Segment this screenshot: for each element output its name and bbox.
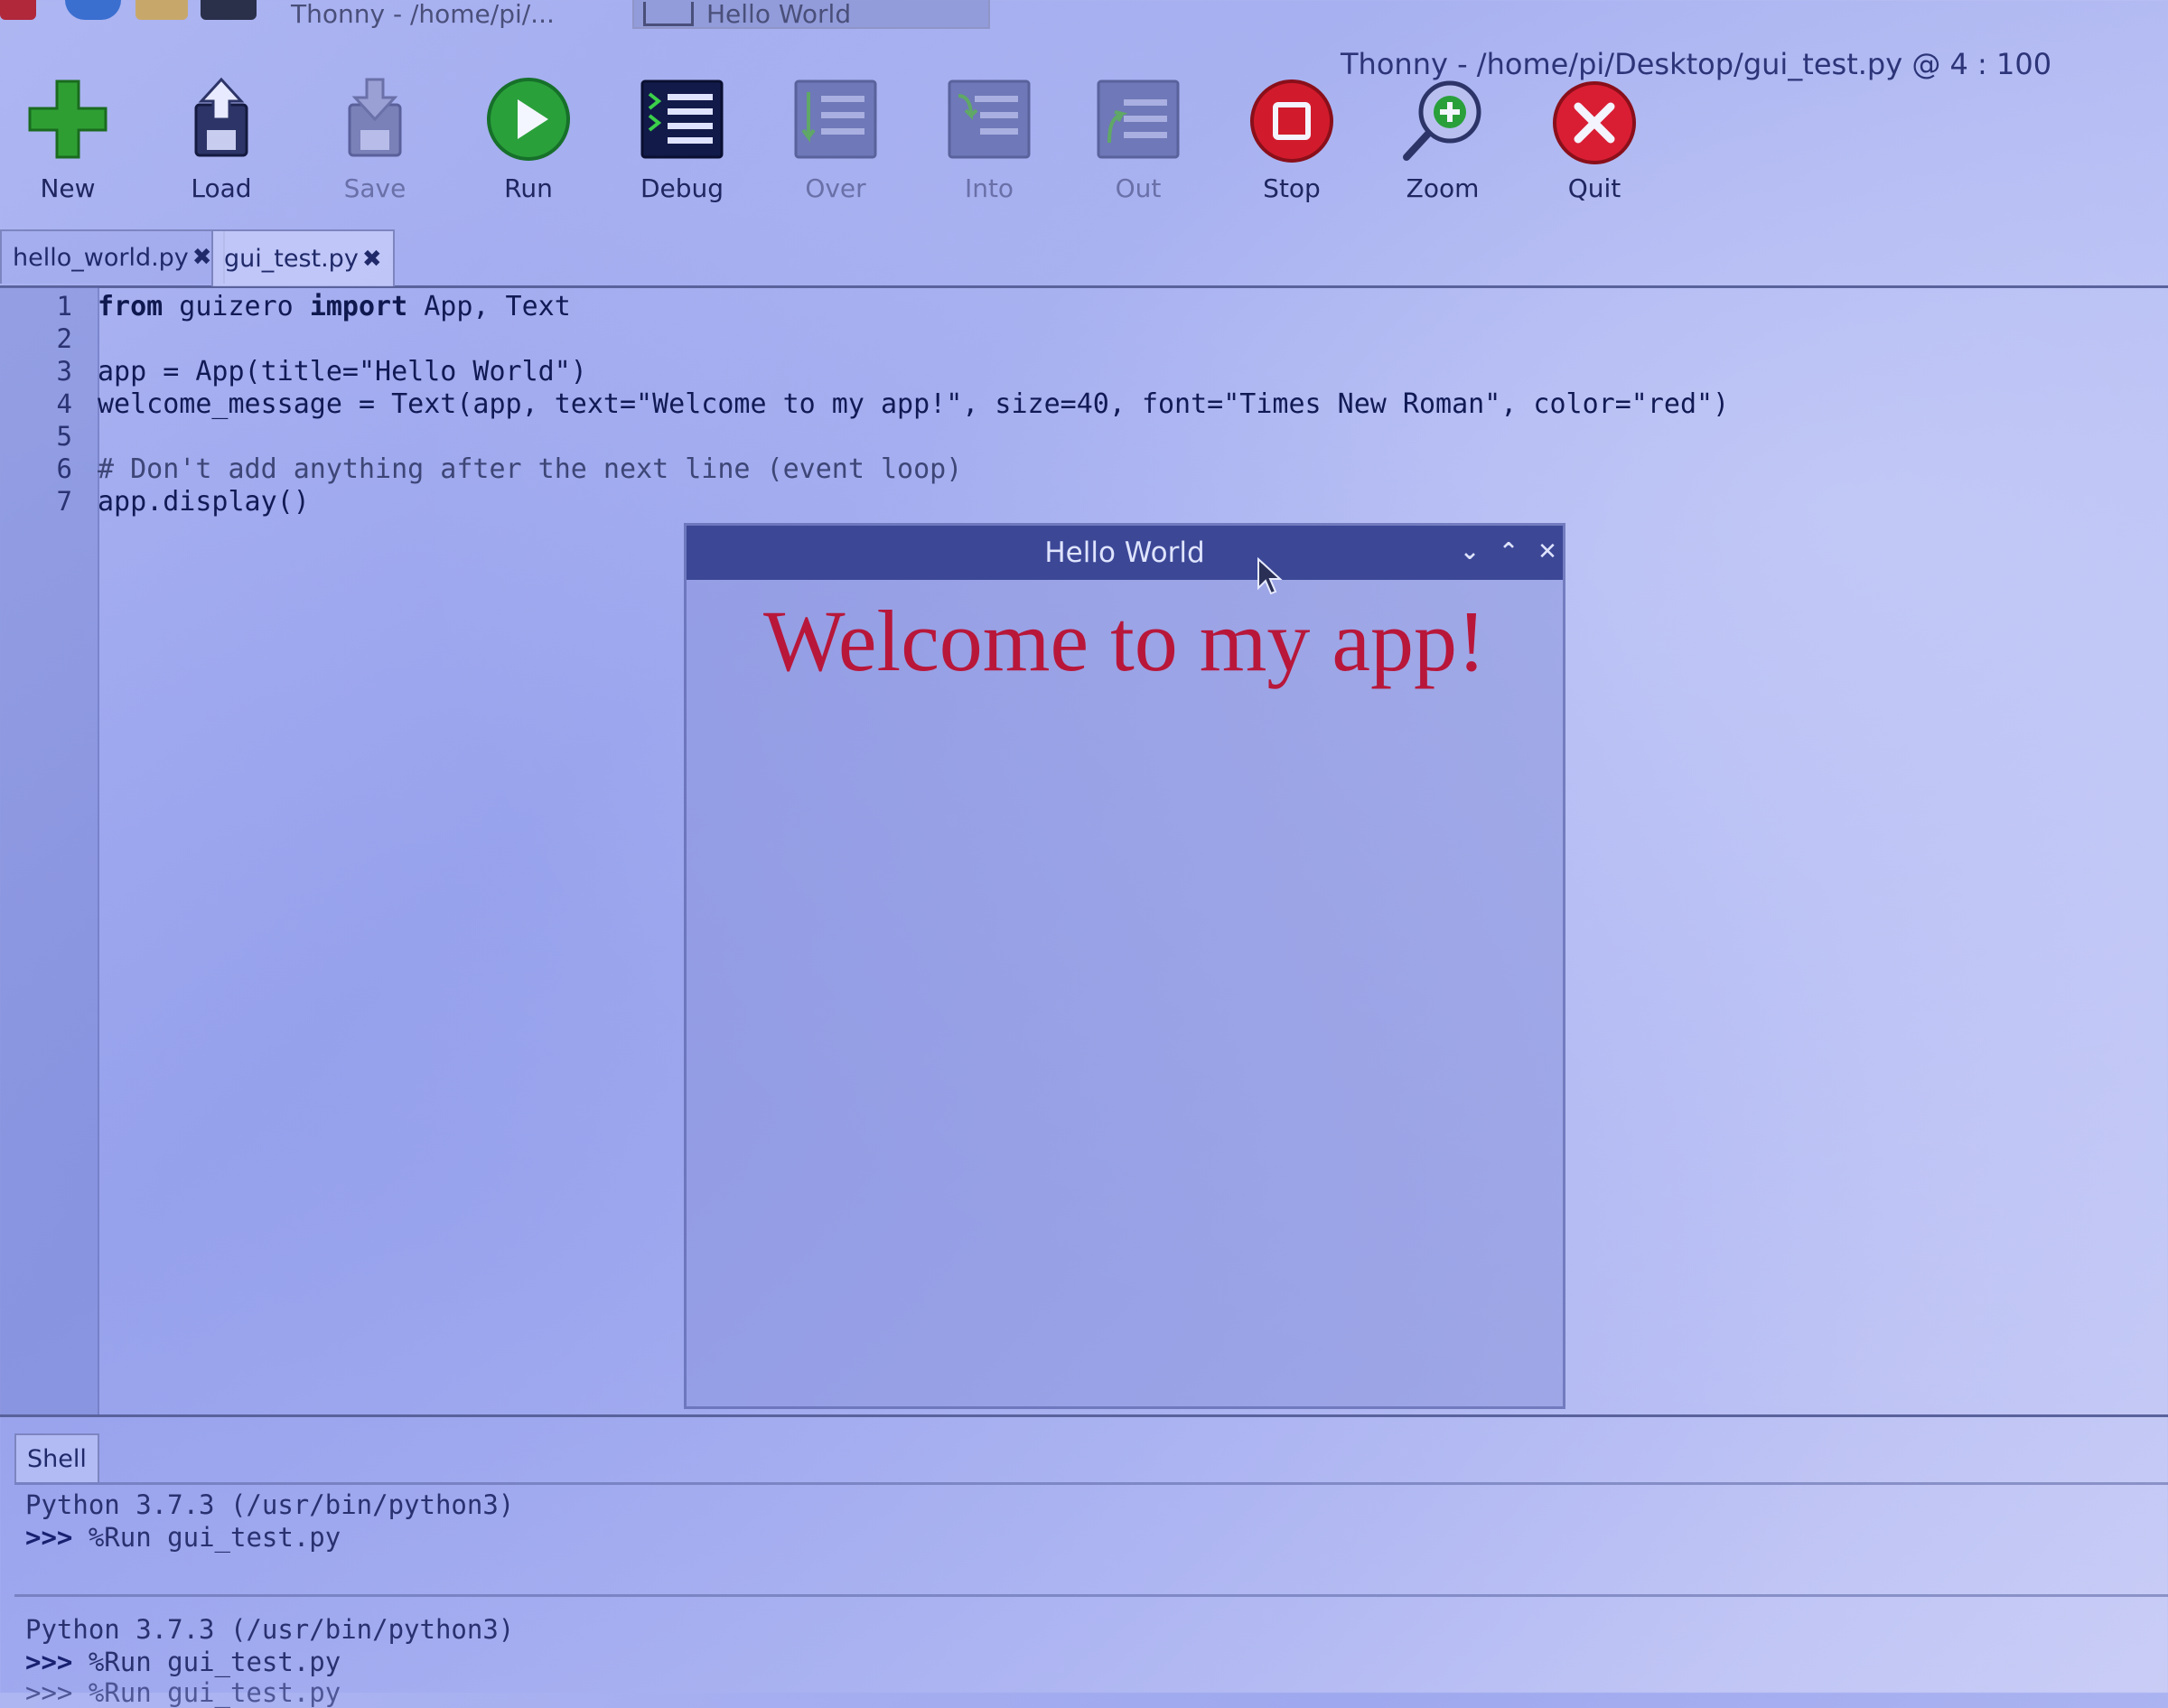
debug-label: Debug (640, 173, 724, 203)
welcome-message: Welcome to my app! (762, 593, 1486, 689)
shell-command: %Run gui_test.py (72, 1647, 341, 1677)
debug-button[interactable]: Debug (614, 74, 750, 219)
tab-label: gui_test.py (224, 245, 359, 273)
shell-panel[interactable]: Shell Python 3.7.3 (/usr/bin/python3) >>… (0, 1414, 2168, 1708)
tab-label: hello_world.py (13, 243, 189, 272)
code-line-1: from guizero import App, Text (98, 291, 571, 322)
code-line-6-comment: # Don't add anything after the next line… (98, 453, 963, 485)
step-out-label: Out (1115, 173, 1162, 203)
line-number: 7 (56, 486, 72, 517)
step-into-label: Into (964, 173, 1014, 203)
line-number: 3 (56, 356, 72, 387)
plus-icon (28, 79, 107, 159)
debug-icon (640, 79, 724, 159)
app-window-title: Hello World (1044, 537, 1205, 569)
terminal-icon[interactable] (201, 0, 257, 20)
close-icon[interactable]: ✖ (362, 246, 382, 273)
shell-version-line: Python 3.7.3 (/usr/bin/python3) (25, 1614, 515, 1645)
quit-label: Quit (1567, 173, 1621, 203)
file-manager-icon[interactable] (136, 0, 188, 20)
shell-command-line: >>> %Run gui_test.py (25, 1522, 341, 1553)
mouse-pointer-icon (1257, 557, 1283, 595)
shell-divider (14, 1482, 2168, 1485)
close-icon[interactable]: ✕ (1532, 537, 1563, 567)
close-icon[interactable]: ✖ (192, 244, 212, 271)
taskbar-task-label: Thonny - /home/pi/... (291, 0, 555, 29)
run-icon (487, 78, 570, 161)
shell-version-line: Python 3.7.3 (/usr/bin/python3) (25, 1489, 515, 1520)
code-line-4: welcome_message = Text(app, text="Welcom… (98, 388, 1730, 420)
line-number: 2 (56, 323, 72, 354)
raspberry-menu-icon[interactable] (0, 0, 36, 20)
line-number: 1 (56, 291, 72, 322)
step-into-icon (948, 79, 1031, 159)
step-into-button[interactable]: Into (921, 74, 1057, 219)
save-icon (348, 78, 402, 157)
zoom-button[interactable]: Zoom (1375, 74, 1510, 219)
step-out-icon (1097, 79, 1180, 159)
tab-shell[interactable]: Shell (14, 1433, 99, 1482)
minimize-icon[interactable]: ⌄ (1454, 537, 1485, 567)
hello-world-app-window[interactable]: Hello World ⌄ ⌃ ✕ Welcome to my app! (684, 523, 1565, 1409)
code-text: guizero (163, 291, 310, 322)
step-over-icon (794, 79, 877, 159)
keyword: from (98, 291, 164, 322)
stop-button[interactable]: Stop (1224, 74, 1360, 219)
shell-partial-line: >>> %Run gui_test.py (25, 1677, 341, 1708)
line-number-gutter: 1 2 3 4 5 6 7 (0, 287, 99, 1414)
browser-icon[interactable] (65, 0, 121, 20)
zoom-icon (1403, 80, 1481, 161)
save-label: Save (343, 173, 406, 203)
load-label: Load (191, 173, 252, 203)
app-titlebar[interactable]: Hello World ⌄ ⌃ ✕ (687, 526, 1563, 580)
keyword: import (309, 291, 408, 322)
stop-label: Stop (1263, 173, 1321, 203)
maximize-icon[interactable]: ⌃ (1493, 537, 1524, 567)
line-number: 6 (56, 453, 72, 484)
save-button[interactable]: Save (307, 74, 443, 219)
quit-icon (1553, 81, 1636, 164)
toolbar: New Load Save Run Debug Over Into Out St… (0, 74, 1716, 219)
taskbar-task-thonny[interactable]: Thonny - /home/pi/... (291, 0, 555, 29)
new-label: New (40, 173, 96, 203)
run-label: Run (504, 173, 553, 203)
editor-tabbar: hello_world.py ✖ gui_test.py ✖ (0, 229, 2168, 288)
tab-gui-test[interactable]: gui_test.py ✖ (211, 229, 395, 286)
taskbar-task-label: Hello World (706, 0, 852, 29)
tab-hello-world[interactable]: hello_world.py ✖ (0, 229, 225, 284)
stop-icon (1250, 79, 1333, 163)
new-button[interactable]: New (0, 74, 136, 219)
step-out-button[interactable]: Out (1070, 74, 1206, 219)
shell-command: %Run gui_test.py (72, 1522, 341, 1553)
line-number: 5 (56, 421, 72, 452)
taskbar: Thonny - /home/pi/... Hello World (0, 0, 2168, 29)
quit-button[interactable]: Quit (1527, 74, 1662, 219)
shell-prompt: >>> (25, 1647, 73, 1677)
taskbar-task-hello-world[interactable]: Hello World (632, 0, 990, 29)
run-button[interactable]: Run (461, 74, 596, 219)
step-over-label: Over (805, 173, 866, 203)
shell-divider (14, 1594, 2168, 1597)
code-line-3: app = App(title="Hello World") (98, 356, 587, 387)
line-number: 4 (56, 388, 72, 419)
code-line-7: app.display() (98, 486, 310, 518)
code-text: App, Text (407, 291, 571, 322)
shell-command-line: >>> %Run gui_test.py (25, 1647, 341, 1677)
zoom-label: Zoom (1406, 173, 1480, 203)
window-icon (643, 1, 694, 26)
step-over-button[interactable]: Over (768, 74, 903, 219)
shell-prompt: >>> (25, 1522, 73, 1553)
load-icon (194, 77, 248, 157)
load-button[interactable]: Load (154, 74, 289, 219)
